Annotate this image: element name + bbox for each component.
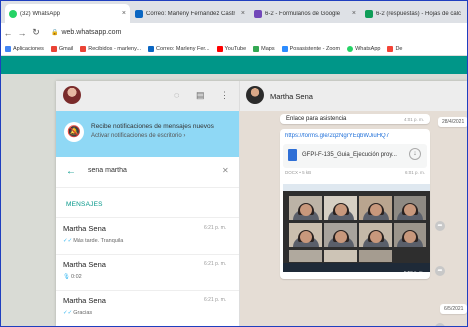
video-call-screenshot[interactable] [283, 184, 430, 272]
whatsapp-background: ◌ ▤ ⋮ 🔕 Recibe notificaciones de mensaje… [1, 56, 467, 326]
bookmark-aplicaciones[interactable]: Aplicaciones [5, 45, 44, 52]
participant-tile [359, 196, 392, 220]
gmail-icon [80, 45, 87, 52]
bookmark-icon [387, 45, 394, 52]
close-tab-icon[interactable]: × [352, 10, 356, 17]
participant-tile [394, 223, 426, 247]
zoom-icon [281, 45, 288, 52]
bookmark-correo[interactable]: Correo: Marleny Fer... [148, 45, 210, 52]
whatsapp-app: ◌ ▤ ⋮ 🔕 Recibe notificaciones de mensaje… [56, 81, 467, 326]
search-result-item[interactable]: Martha Sena 6:21 p. m. ✓✓Gracias [56, 290, 239, 326]
enable-notifications-link[interactable]: Activar notificaciones de escritorio › [91, 133, 185, 139]
chat-header[interactable]: Martha Sena [240, 81, 467, 111]
tab-formularios[interactable]: 6-2 - Formularios de Google × [250, 4, 360, 23]
participant-tile [394, 196, 426, 220]
double-check-icon: ✓✓ [63, 310, 73, 316]
close-tab-icon[interactable]: × [241, 10, 245, 17]
chat-panel: Martha Sena Enlace para asistencia 4:01 … [240, 81, 467, 326]
whatsapp-icon [347, 45, 354, 52]
participant-tile [289, 223, 322, 247]
notification-title: Recibe notificaciones de mensajes nuevos [91, 123, 214, 130]
participant-tile [324, 223, 357, 247]
forward-icon[interactable]: ➦ [435, 221, 445, 231]
section-label-messages: MENSAJES [66, 201, 103, 208]
date-chip: 28/4/2021 [438, 117, 467, 127]
download-icon[interactable]: ↓ [409, 148, 421, 160]
bookmark-gmail[interactable]: Gmail [50, 45, 73, 52]
mic-icon: 🎙 [63, 274, 70, 280]
outlook-icon [135, 9, 143, 18]
forward-icon[interactable]: ➦ [435, 266, 445, 276]
form-link[interactable]: https://forms.gle/2qzNgrYEqbWJiuHQ7 [285, 133, 425, 139]
new-chat-icon[interactable]: ▤ [196, 90, 205, 101]
bookmark-whatsapp[interactable]: WhatsApp [347, 45, 380, 52]
search-result-item[interactable]: Martha Sena 6:21 p. m. ✓✓Más tarde. Tran… [56, 218, 239, 255]
bell-off-icon: 🔕 [64, 122, 84, 142]
maps-icon [253, 45, 260, 52]
tab-whatsapp[interactable]: (32) WhatsApp × [5, 4, 130, 23]
message-link-title: Enlace para asistencia 4:01 p. m. [280, 114, 430, 124]
bookmark-youtube[interactable]: YouTube [216, 45, 246, 52]
bookmark-recibidos[interactable]: Recibidos - marleny... [80, 45, 141, 52]
bookmarks-bar: Aplicaciones Gmail Recibidos - marleny..… [1, 42, 467, 56]
url-field[interactable]: web.whatsapp.com [61, 29, 121, 36]
back-arrow-icon[interactable]: ← [1, 28, 15, 38]
participant-tile [324, 250, 357, 262]
whatsapp-top-band [1, 56, 467, 74]
tab-correo[interactable]: Correo: Marleny Fernández Castr × [131, 4, 249, 23]
tab-strip: (32) WhatsApp × Correo: Marleny Fernánde… [1, 1, 467, 23]
clear-search-icon[interactable]: ✕ [222, 166, 229, 175]
whatsapp-icon [9, 9, 17, 18]
apps-icon [5, 45, 11, 52]
word-doc-icon [288, 149, 297, 161]
participant-tile [289, 196, 322, 220]
search-bar: ← ✕ [56, 157, 239, 188]
tab-hojas[interactable]: 6-2 (respuestas) - Hojas de cálc [361, 4, 467, 23]
bookmark-zoom[interactable]: Posasistente - Zoom [281, 45, 340, 52]
user-avatar[interactable] [63, 86, 81, 104]
reload-icon[interactable]: ↻ [29, 27, 43, 38]
address-bar: ← → ↻ 🔒 web.whatsapp.com [1, 23, 467, 42]
menu-icon[interactable]: ⋮ [220, 90, 229, 101]
document-attachment[interactable]: GFPI-F-135_Guia_Ejecución proy... ↓ [283, 144, 427, 168]
participant-tile [359, 223, 392, 247]
back-arrow-icon[interactable]: ← [66, 166, 76, 177]
bookmark-de[interactable]: De [387, 45, 402, 52]
google-sheets-icon [365, 9, 373, 18]
sidebar-header: ◌ ▤ ⋮ [56, 81, 239, 111]
date-chip: 6/5/2021 [440, 304, 467, 314]
participant-tile [359, 250, 392, 262]
search-result-item[interactable]: Martha Sena 6:21 p. m. 🎙0:02 [56, 254, 239, 291]
gmail-icon [50, 45, 57, 52]
forward-icon[interactable]: ➦ [435, 323, 445, 326]
message-forwarded: https://forms.gle/2qzNgrYEqbWJiuHQ7 GFPI… [280, 129, 430, 279]
contact-avatar[interactable] [246, 86, 264, 104]
browser-window: (32) WhatsApp × Correo: Marleny Fernánde… [0, 0, 468, 327]
youtube-icon [216, 45, 223, 52]
status-icon[interactable]: ◌ [174, 90, 179, 100]
outlook-icon [148, 45, 155, 52]
search-input[interactable] [88, 167, 213, 174]
forward-arrow-icon[interactable]: → [15, 28, 29, 38]
lock-icon: 🔒 [51, 30, 59, 36]
sidebar: ◌ ▤ ⋮ 🔕 Recibe notificaciones de mensaje… [56, 81, 240, 326]
bookmark-maps[interactable]: Maps [253, 45, 275, 52]
double-check-icon: ✓✓ [63, 238, 73, 244]
participant-tile [289, 250, 322, 262]
google-forms-icon [254, 9, 262, 18]
contact-name: Martha Sena [270, 92, 313, 101]
notification-banner[interactable]: 🔕 Recibe notificaciones de mensajes nuev… [56, 111, 239, 157]
participant-tile [324, 196, 357, 220]
close-tab-icon[interactable]: × [122, 10, 126, 17]
